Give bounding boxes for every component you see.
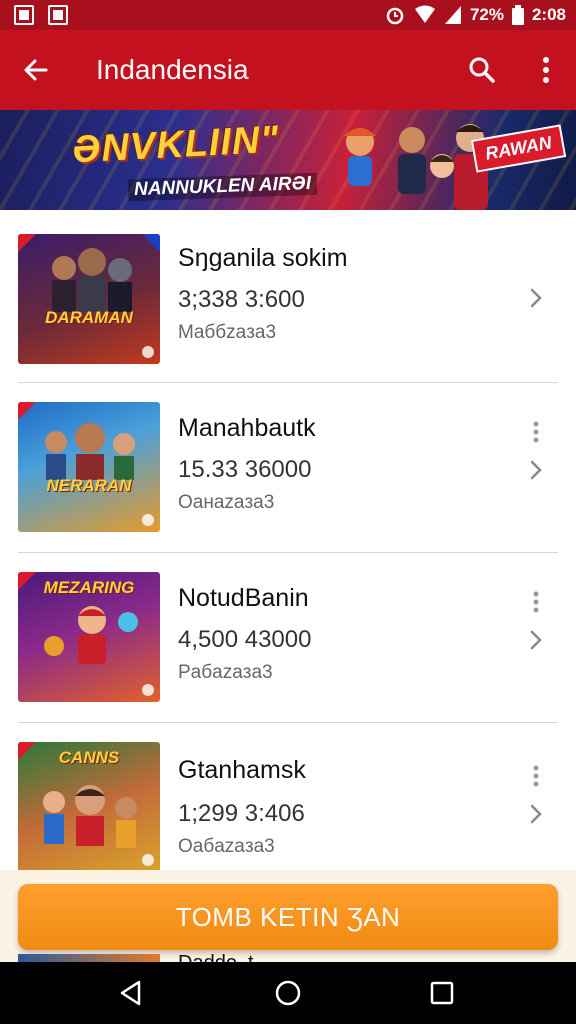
thumb-ribbon [18,402,36,420]
arrow-left-icon [24,59,48,81]
thumb-characters [43,785,137,848]
item-more-button[interactable] [524,418,548,446]
item-thumbnail: MEZARING [18,572,160,702]
nav-back-button[interactable] [114,976,148,1010]
search-icon [469,57,495,83]
list-item[interactable]: NERARAN Manahbautk 15.33 36000 Oaнazaза3 [0,382,576,552]
overflow-menu-button[interactable] [526,50,566,90]
item-title: Gtanhamsk [178,756,306,784]
more-vert-icon [533,591,539,613]
banner-characters-image [344,124,488,210]
page-title: Indandensia [96,54,249,85]
nav-home-button[interactable] [271,976,305,1010]
app-bar: Indandensia [0,30,576,110]
item-numbers: 3;338 3:600 [178,286,305,313]
status-right: 72% 2:08 [384,4,566,26]
item-thumbnail: CANNS [18,742,160,872]
play-dot-icon [142,854,154,866]
item-more-button[interactable] [524,762,548,790]
signal-icon [444,6,461,24]
more-vert-icon [533,421,539,443]
nav-recents-icon [430,981,454,1005]
item-title: NotudBanin [178,584,309,612]
thumb-title: NERARAN [46,476,132,495]
back-button[interactable] [16,50,56,90]
nav-home-icon [275,980,301,1006]
clock: 2:08 [531,5,566,24]
primary-cta-button[interactable]: TOMB KETIN ƷAN [18,884,558,950]
item-subtitle: Maббzaза3 [178,322,277,343]
more-vert-icon [533,765,539,787]
battery-text: 72% [469,5,504,24]
image-icon [14,5,34,25]
chevron-right-icon[interactable] [524,458,548,482]
item-thumbnail: DARAMAN [18,234,160,364]
list-item[interactable]: CANNS Gtanhamsk 1;299 3:406 Oaбazaза3 [0,722,576,892]
thumb-characters [45,423,135,480]
system-nav-bar [0,962,576,1024]
status-left-icons [14,5,68,25]
search-button[interactable] [462,50,502,90]
item-subtitle: Oaнazaза3 [178,492,275,513]
thumb-ribbon [142,234,160,252]
promo-banner[interactable]: ƏNVKLIIN" NANNUKLEN AIRƏI RAWAN [0,110,576,210]
thumb-title: CANNS [58,748,120,767]
cta-container: TOMB KETIN ƷAN [0,870,576,962]
chevron-right-icon[interactable] [524,802,548,826]
notification-icon [48,5,68,25]
item-numbers: 1;299 3:406 [178,800,305,827]
item-numbers: 15.33 36000 [178,456,312,483]
item-title: Manahbautk [178,414,316,442]
chevron-right-icon[interactable] [524,628,548,652]
list-item[interactable]: MEZARING NotudBanin 4,500 43000 Paбazaза… [0,552,576,722]
thumb-title: DARAMAN [45,308,133,327]
item-more-button[interactable] [524,588,548,616]
play-dot-icon [142,346,154,358]
thumb-title: MEZARING [43,578,135,597]
nav-back-icon [120,980,141,1006]
item-subtitle: Oaбazaза3 [178,836,275,857]
item-subtitle: Paбazaза3 [178,662,273,683]
play-dot-icon [142,684,154,696]
wifi-icon [414,5,435,23]
item-thumbnail: NERARAN [18,402,160,532]
item-title: Sŋganila sokim [178,244,348,272]
status-bar: 72% 2:08 [0,0,576,30]
list-item[interactable]: DARAMAN Sŋganila sokim 3;338 3:600 Maббz… [0,210,576,380]
more-vert-icon [543,57,549,83]
peek-item-title: Dadde..t.. [178,952,265,962]
battery-icon [511,5,524,25]
nav-recents-button[interactable] [425,976,459,1010]
thumb-characters [52,248,132,312]
chevron-right-icon[interactable] [524,286,548,310]
item-numbers: 4,500 43000 [178,626,312,653]
play-dot-icon [142,514,154,526]
thumb-characters [44,606,138,664]
alarm-icon [386,7,404,25]
